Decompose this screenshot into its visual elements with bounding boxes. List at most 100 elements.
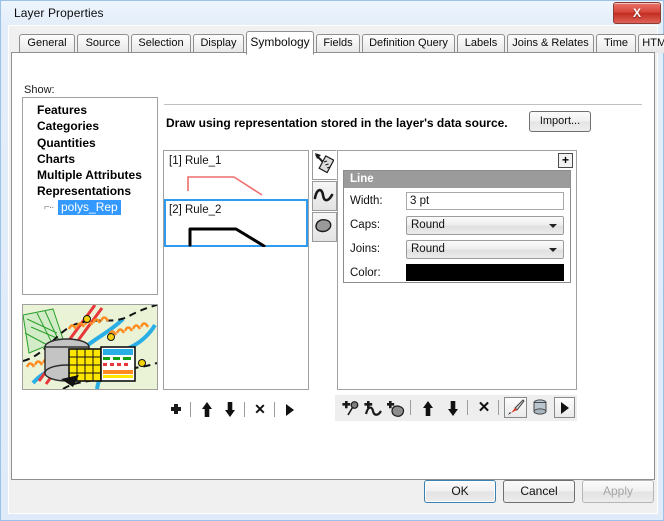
joins-select[interactable]: Round xyxy=(406,240,564,259)
close-icon: X xyxy=(632,6,641,20)
toolbar-separator-2 xyxy=(244,402,245,417)
rules-list[interactable]: [1] Rule_1 [2] Rule_2 xyxy=(163,150,309,390)
joins-label: Joins: xyxy=(350,243,381,255)
rule-options-icon[interactable] xyxy=(279,399,301,420)
toolbar-separator xyxy=(190,402,191,417)
tree-item-quantities[interactable]: Quantities xyxy=(23,135,157,151)
move-up-glyph-2 xyxy=(423,401,433,416)
description-divider xyxy=(164,104,642,105)
symbology-tab-page: Show: Features Categories Quantities Cha… xyxy=(11,52,655,480)
rule-preview-2 xyxy=(168,219,308,248)
import-button[interactable]: Import... xyxy=(529,111,591,132)
line-symbol-layer-icon[interactable] xyxy=(312,181,337,211)
close-button[interactable]: X xyxy=(613,2,661,24)
geometry-effects-icon[interactable] xyxy=(312,150,337,180)
add-rule-icon[interactable] xyxy=(165,399,187,420)
layer-options-glyph xyxy=(560,402,569,414)
color-row: Color: xyxy=(344,264,570,286)
tree-connector-icon: ⌐·· xyxy=(44,201,55,213)
fill-layer-glyph xyxy=(315,219,332,233)
joins-value: Round xyxy=(411,243,445,255)
title-bar: Layer Properties X xyxy=(1,1,664,25)
symbol-layer-tabs xyxy=(312,150,338,248)
delete-layer-icon[interactable]: ✕ xyxy=(473,397,495,418)
add-rule-glyph xyxy=(171,404,181,414)
move-down-icon-2[interactable] xyxy=(442,397,464,418)
tree-item-charts[interactable]: Charts xyxy=(23,151,157,167)
add-property-button[interactable]: + xyxy=(558,153,573,168)
tab-general[interactable]: General xyxy=(19,34,75,53)
rule-options-glyph xyxy=(286,404,294,416)
add-fill-glyph xyxy=(385,401,404,417)
move-down-glyph-2 xyxy=(448,401,458,416)
ok-button[interactable]: OK xyxy=(424,480,496,503)
symbol-preview-thumbnail xyxy=(22,304,158,390)
width-row: Width: xyxy=(344,192,570,214)
tab-time[interactable]: Time xyxy=(596,34,636,53)
move-down-icon[interactable] xyxy=(219,399,241,420)
rule-item-2[interactable]: [2] Rule_2 xyxy=(164,199,308,248)
dialog-client-area: General Source Selection Display Symbolo… xyxy=(8,25,664,514)
move-up-icon[interactable] xyxy=(196,399,218,420)
tab-html-popup[interactable]: HTML Popup xyxy=(638,34,664,53)
layer-toolbar-sep-2 xyxy=(467,400,468,415)
line-group-title: Line xyxy=(344,171,570,188)
add-line-glyph xyxy=(363,401,382,416)
add-line-layer-icon[interactable] xyxy=(362,397,384,418)
caps-select[interactable]: Round xyxy=(406,216,564,235)
tree-item-features[interactable]: Features xyxy=(23,102,157,118)
tree-item-multiple-attributes[interactable]: Multiple Attributes xyxy=(23,167,157,183)
paintbrush-glyph xyxy=(507,399,525,415)
toggle-geometry-icon[interactable] xyxy=(529,397,551,418)
layer-toolbar-sep-1 xyxy=(410,400,411,415)
add-marker-layer-icon[interactable] xyxy=(339,397,361,418)
fill-symbol-layer-icon[interactable] xyxy=(312,212,337,242)
color-swatch[interactable] xyxy=(406,264,564,281)
tab-strip: General Source Selection Display Symbolo… xyxy=(9,31,664,55)
tree-item-representations[interactable]: Representations xyxy=(23,183,157,199)
tab-fields[interactable]: Fields xyxy=(316,34,360,53)
rule-preview-1 xyxy=(166,169,306,197)
rule-preview-graphic-2 xyxy=(188,227,266,248)
rule-item-1[interactable]: [1] Rule_1 xyxy=(164,151,308,199)
toggle-drawing-icon[interactable] xyxy=(504,397,527,418)
symbol-layer-toolbar: ✕ xyxy=(335,395,577,421)
tab-joins-relates[interactable]: Joins & Relates xyxy=(507,34,594,53)
line-layer-glyph xyxy=(313,188,334,202)
rule-label-2: [2] Rule_2 xyxy=(169,204,222,216)
tree-item-categories[interactable]: Categories xyxy=(23,118,157,134)
line-properties-group: Line Width: Caps: Round xyxy=(343,170,571,283)
add-fill-layer-icon[interactable] xyxy=(385,397,407,418)
tab-source[interactable]: Source xyxy=(77,34,129,53)
color-label: Color: xyxy=(350,267,381,279)
delete-rule-icon[interactable]: ✕ xyxy=(249,399,271,420)
cylinder-glyph xyxy=(533,399,547,415)
properties-panel: + Line Width: Caps: Round xyxy=(337,150,577,390)
layer-toolbar-sep-3 xyxy=(498,400,499,415)
tab-display[interactable]: Display xyxy=(193,34,244,53)
move-up-icon-2[interactable] xyxy=(417,397,439,418)
window-title: Layer Properties xyxy=(14,6,104,20)
chevron-down-icon xyxy=(549,224,557,228)
geometry-effects-glyph xyxy=(315,153,335,174)
tree-child-row: ⌐·· polys_Rep xyxy=(23,199,157,217)
show-label: Show: xyxy=(24,84,55,96)
caps-row: Caps: Round xyxy=(344,216,570,238)
move-down-glyph xyxy=(225,402,235,417)
move-up-glyph xyxy=(202,402,212,417)
tree-item-polys-rep[interactable]: polys_Rep xyxy=(58,199,121,215)
show-tree[interactable]: Features Categories Quantities Charts Mu… xyxy=(22,97,158,295)
joins-row: Joins: Round xyxy=(344,240,570,262)
toolbar-separator-3 xyxy=(274,402,275,417)
width-input[interactable] xyxy=(406,192,564,210)
caps-label: Caps: xyxy=(350,219,381,231)
rule-preview-graphic-1 xyxy=(187,176,263,196)
tab-symbology[interactable]: Symbology xyxy=(246,31,314,55)
cancel-button[interactable]: Cancel xyxy=(503,480,575,503)
apply-button: Apply xyxy=(582,480,654,503)
tab-definition-query[interactable]: Definition Query xyxy=(362,34,455,53)
description-text: Draw using representation stored in the … xyxy=(166,116,508,130)
tab-labels[interactable]: Labels xyxy=(457,34,505,53)
tab-selection[interactable]: Selection xyxy=(131,34,191,53)
layer-options-icon[interactable] xyxy=(554,397,575,418)
